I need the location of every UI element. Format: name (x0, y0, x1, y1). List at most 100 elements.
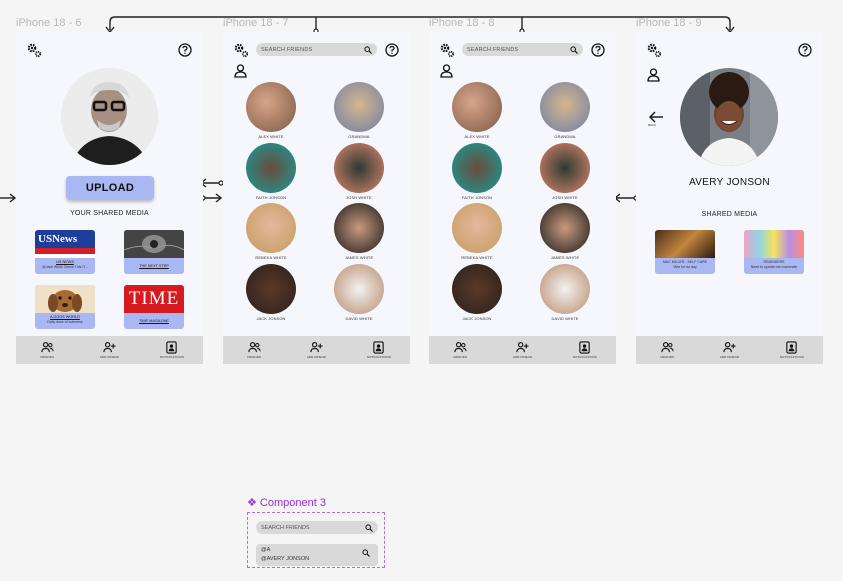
media-card-us-news[interactable]: USNews US NEWS @Jack White Check This O.… (35, 230, 95, 274)
profile-icon[interactable] (440, 64, 453, 78)
nav-notifications[interactable]: NOTIFICATIONS (767, 341, 817, 359)
help-icon[interactable] (798, 43, 812, 57)
component-search-result[interactable]: @A @AVERY JONSON (256, 544, 378, 566)
friend-grandma[interactable]: GRANDMA (539, 82, 591, 139)
friend-avatar (246, 264, 296, 314)
nav-add-friend-label: ADD FRIEND (719, 355, 740, 359)
search-icon[interactable] (362, 549, 370, 557)
friend-avatar (540, 264, 590, 314)
friend-david-white[interactable]: DAVID WHITE (333, 264, 385, 321)
search-input[interactable]: SEARCH FRIENDS (462, 43, 583, 56)
nav-notifications[interactable]: NOTIFICATIONS (354, 341, 404, 359)
frame-upload-screen: UPLOAD YOUR SHARED MEDIA USNews US NEWS … (16, 32, 203, 364)
nav-notifications[interactable]: NOTIFICATIONS (560, 341, 610, 359)
help-icon[interactable] (178, 43, 192, 57)
friend-james-white[interactable]: JAMES WHITE (333, 203, 385, 260)
friend-faith-jonson[interactable]: FAITH JONSON (245, 143, 297, 200)
nav-notifications-label: NOTIFICATIONS (366, 355, 391, 359)
search-icon[interactable] (364, 45, 372, 54)
nav-friends-label: FRIENDS (453, 355, 468, 359)
nav-add-friend[interactable]: ADD FRIEND (497, 341, 547, 359)
friend-alex-white[interactable]: ALEX WHITE (451, 82, 503, 139)
profile-icon[interactable] (647, 68, 660, 82)
nav-notifications-label: NOTIFICATIONS (159, 355, 184, 359)
bottom-nav: FRIENDS ADD FRIEND NOTIFICATIONS (636, 336, 823, 364)
friend-avatar (452, 82, 502, 132)
friend-avatar (452, 143, 502, 193)
friend-name: ALEX WHITE (464, 134, 490, 139)
media-card-self-care[interactable]: MAC MILLER - SELF CARE Vibe for da day (655, 230, 715, 274)
settings-gear-icon[interactable] (233, 42, 249, 58)
friend-josh-white[interactable]: JOSH WHITE (333, 143, 385, 200)
friend-avatar (452, 264, 502, 314)
nav-add-friend[interactable]: ADD FRIEND (84, 341, 134, 359)
media-thumb-reminders (744, 230, 804, 258)
component-search-input[interactable]: SEARCH FRIENDS (256, 521, 378, 534)
media-card-time[interactable]: TIME TIME MAGAZINE (124, 285, 184, 329)
friend-faith-jonson[interactable]: FAITH JONSON (451, 143, 503, 200)
shared-media-title: SHARED MEDIA (701, 211, 758, 218)
frame-friend-profile: BACK AVERY JONSON SHARED MEDIA MAC MILLE… (636, 32, 823, 364)
friend-profile-photo (680, 68, 778, 166)
upload-button[interactable]: UPLOAD (66, 176, 154, 200)
media-card-title: A DOGS WORLD (50, 315, 80, 319)
media-card-reminders[interactable]: REMINDERS Need to update me roommate (744, 230, 804, 274)
your-shared-media-title: YOUR SHARED MEDIA (70, 210, 149, 217)
component-typed-query: @A (261, 547, 271, 553)
friend-josh-white[interactable]: JOSH WHITE (539, 143, 591, 200)
friend-name: FAITH JONSON (255, 195, 287, 200)
media-card-next-step[interactable]: THE NEXT STEP (124, 230, 184, 274)
settings-gear-icon[interactable] (646, 42, 662, 58)
component-search-placeholder: SEARCH FRIENDS (261, 524, 310, 531)
friend-avatar (452, 203, 502, 253)
friend-rebeka-white[interactable]: REBEKA WHITE (245, 203, 297, 260)
search-icon[interactable] (365, 523, 373, 532)
component-result-item[interactable]: @AVERY JONSON (261, 556, 373, 562)
friend-jack-jonson[interactable]: JACK JONSON (451, 264, 503, 321)
media-card-caption: Vibe for da day (673, 265, 697, 269)
add-friend-icon (723, 342, 736, 353)
friend-alex-white[interactable]: ALEX WHITE (245, 82, 297, 139)
friend-name: ALEX WHITE (258, 134, 284, 139)
component-label[interactable]: ❖ Component 3 (247, 496, 326, 509)
help-icon[interactable] (591, 43, 605, 57)
back-label[interactable]: BACK (648, 123, 656, 127)
friend-avatar (334, 264, 384, 314)
friend-avatar (540, 82, 590, 132)
component-3-box[interactable]: SEARCH FRIENDS @A @AVERY JONSON (247, 512, 385, 568)
bottom-nav: FRIENDS ADD FRIEND NOTIFICATIONS (16, 336, 203, 364)
friend-avatar (334, 143, 384, 193)
friend-grandma[interactable]: GRANDMA (333, 82, 385, 139)
friend-name: JAMES WHITE (344, 255, 374, 260)
friend-name: JOSH WHITE (346, 195, 372, 200)
back-arrow-icon[interactable] (648, 110, 664, 124)
search-input[interactable]: SEARCH FRIENDS (256, 43, 377, 56)
nav-friends[interactable]: FRIENDS (22, 341, 72, 359)
design-canvas: iPhone 18 - 6 iPhone 18 - 7 iPhone 18 - … (0, 0, 843, 581)
search-icon[interactable] (570, 45, 578, 54)
nav-add-friend[interactable]: ADD FRIEND (704, 341, 754, 359)
nav-add-friend[interactable]: ADD FRIEND (291, 341, 341, 359)
help-icon[interactable] (385, 43, 399, 57)
media-card-title: THE NEXT STEP (139, 264, 169, 268)
friend-jack-jonson[interactable]: JACK JONSON (245, 264, 297, 321)
friend-name: GRANDMA (348, 134, 370, 139)
profile-icon[interactable] (234, 64, 247, 78)
friend-rebeka-white[interactable]: REBEKA WHITE (451, 203, 503, 260)
media-card-title: MAC MILLER - SELF CARE (663, 260, 707, 264)
settings-gear-icon[interactable] (439, 42, 455, 58)
friend-james-white[interactable]: JAMES WHITE (539, 203, 591, 260)
media-card-caption: Need to update me roommate (750, 265, 798, 269)
friend-name: REBEKA WHITE (461, 255, 493, 260)
nav-friends[interactable]: FRIENDS (642, 341, 692, 359)
nav-friends-label: FRIENDS (40, 355, 55, 359)
nav-friends[interactable]: FRIENDS (229, 341, 279, 359)
nav-notifications[interactable]: NOTIFICATIONS (147, 341, 197, 359)
media-card-dogs-world[interactable]: A DOGS WORLD Daily dose of cuteness (35, 285, 95, 329)
nav-friends[interactable]: FRIENDS (435, 341, 485, 359)
add-friend-icon (310, 342, 323, 353)
friend-david-white[interactable]: DAVID WHITE (539, 264, 591, 321)
settings-gear-icon[interactable] (26, 42, 42, 58)
friend-avatar (540, 143, 590, 193)
nav-add-friend-label: ADD FRIEND (99, 355, 120, 359)
